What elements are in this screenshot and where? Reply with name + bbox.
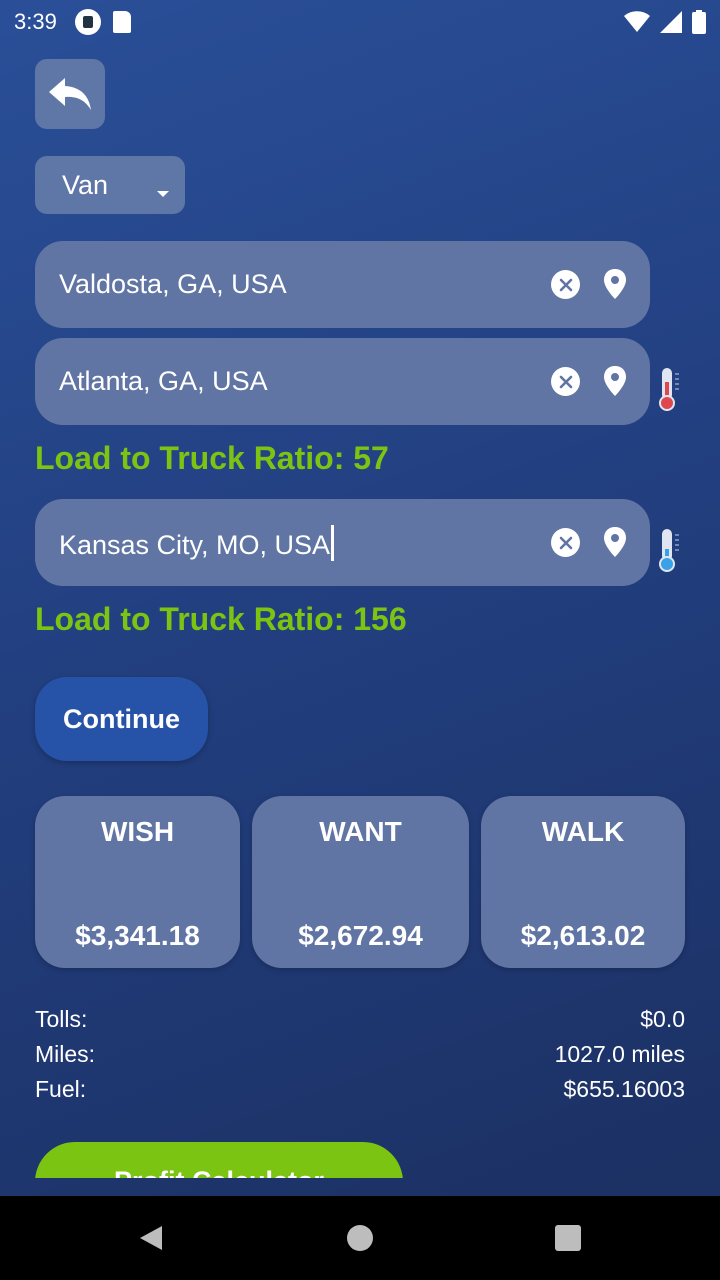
card-title: WANT [319,816,402,847]
location-pin-icon[interactable] [602,268,628,300]
back-button[interactable] [35,59,105,129]
navigation-bar [0,1196,720,1280]
destination-location-field[interactable]: Kansas City, MO, USA [35,499,650,586]
vehicle-type-dropdown[interactable]: Van [35,156,185,214]
location-pin-icon[interactable] [602,526,628,558]
stop-location-field[interactable]: Atlanta, GA, USA [35,338,650,425]
location-pin-icon[interactable] [602,365,628,397]
summary-label: Tolls: [35,1006,88,1032]
text-cursor [331,524,335,561]
summary-value: $0.0 [640,1006,685,1032]
miles-row: Miles: 1027.0 miles [35,1041,685,1075]
thermometer-hot-icon [659,368,679,411]
status-bar: 3:39 [0,0,720,44]
thermometer-cold-icon [659,529,679,572]
card-price: $3,341.18 [75,920,200,951]
clear-icon[interactable] [551,367,580,396]
vehicle-type-value: Van [62,169,109,200]
status-time: 3:39 [14,9,57,34]
load-truck-ratio-label: Load to Truck Ratio: 57 [35,440,389,476]
summary-value: 1027.0 miles [554,1041,685,1067]
wish-card[interactable]: WISH $3,341.18 [35,796,240,968]
nav-back-icon[interactable] [138,1224,164,1252]
summary-label: Miles: [35,1041,96,1067]
nav-home-icon[interactable] [347,1225,373,1251]
clear-icon[interactable] [551,270,580,299]
app-notification-icon [74,9,101,35]
scroll-clip-area: Profit Calculator [0,1100,720,1178]
card-price: $2,672.94 [298,920,423,951]
profit-calculator-button[interactable]: Profit Calculator [35,1142,403,1178]
load-truck-ratio-label: Load to Truck Ratio: 156 [35,601,407,637]
card-title: WISH [100,816,175,847]
status-right-icons [624,10,706,34]
signal-icon [660,11,682,33]
origin-location-field[interactable]: Valdosta, GA, USA [35,241,650,328]
card-title: WALK [541,816,625,847]
clear-icon[interactable] [551,528,580,557]
walk-card[interactable]: WALK $2,613.02 [481,796,685,968]
nav-recents-icon[interactable] [555,1225,581,1251]
card-price: $2,613.02 [520,920,646,951]
battery-icon [692,10,706,34]
continue-button[interactable]: Continue [35,677,208,761]
reply-arrow-icon [49,78,91,110]
want-card[interactable]: WANT $2,672.94 [252,796,469,968]
wifi-icon [624,11,650,32]
sd-card-icon [112,11,131,33]
tolls-row: Tolls: $0.0 [35,1006,685,1040]
dropdown-caret-icon [157,191,169,197]
